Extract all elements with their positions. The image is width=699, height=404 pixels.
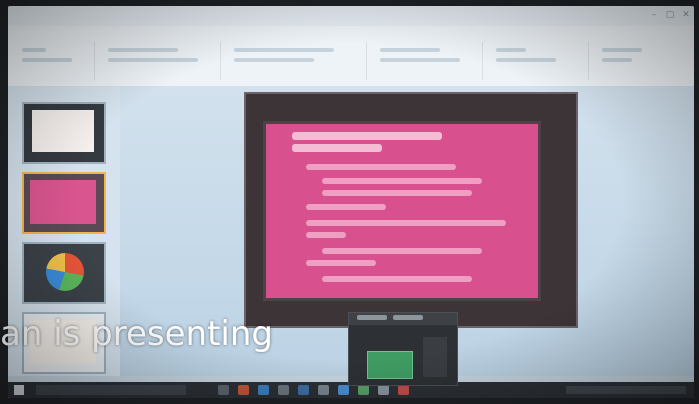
- app-icon[interactable]: [218, 385, 229, 395]
- slide-thumbnail[interactable]: [22, 102, 106, 164]
- ribbon-group-clipboard[interactable]: [14, 42, 95, 80]
- pie-chart-thumbnail: [46, 253, 84, 291]
- slide-thumbnail[interactable]: [22, 242, 106, 304]
- app-icon[interactable]: [278, 385, 289, 395]
- windows-start-icon[interactable]: [14, 385, 24, 395]
- maximize-icon[interactable]: ▢: [664, 10, 676, 20]
- close-icon[interactable]: ✕: [680, 10, 692, 20]
- app-icon[interactable]: [398, 385, 409, 395]
- app-icon[interactable]: [258, 385, 269, 395]
- ribbon-group-font[interactable]: [226, 42, 367, 80]
- ribbon-group-slides[interactable]: [100, 42, 221, 80]
- app-icon[interactable]: [238, 385, 249, 395]
- ribbon-toolbar: [8, 26, 694, 87]
- video-call-panel-header[interactable]: [349, 313, 457, 325]
- system-tray[interactable]: [566, 386, 686, 394]
- video-call-panel[interactable]: [348, 312, 458, 386]
- search-icon[interactable]: [36, 385, 186, 395]
- video-call-controls[interactable]: [423, 337, 447, 377]
- video-preview: [367, 351, 413, 379]
- minimize-icon[interactable]: –: [648, 10, 660, 20]
- ribbon-group-paragraph[interactable]: [372, 42, 483, 80]
- app-icon[interactable]: [318, 385, 329, 395]
- app-icon[interactable]: [298, 385, 309, 395]
- presenting-caption: an is presenting: [0, 314, 273, 354]
- ribbon-group-drawing[interactable]: [488, 42, 589, 80]
- slide-content: [266, 124, 538, 298]
- slide-thumbnail-active[interactable]: [22, 172, 106, 234]
- current-slide[interactable]: [244, 92, 578, 328]
- window-titlebar: – ▢ ✕: [8, 6, 694, 26]
- app-icon[interactable]: [358, 385, 369, 395]
- ribbon-group-editing[interactable]: [594, 42, 684, 80]
- app-icon[interactable]: [338, 385, 349, 395]
- app-icon[interactable]: [378, 385, 389, 395]
